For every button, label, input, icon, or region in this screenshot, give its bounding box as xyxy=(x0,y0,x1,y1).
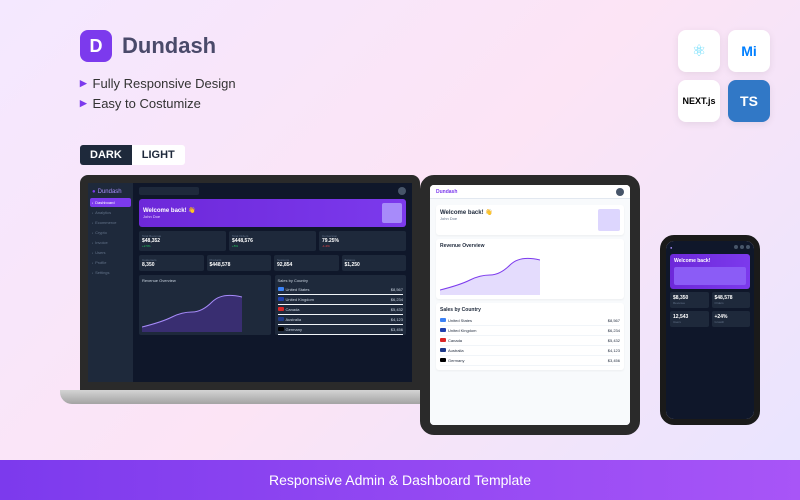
user-avatar[interactable] xyxy=(616,188,624,196)
line-chart-icon xyxy=(142,292,242,332)
revenue-chart: Revenue Overview xyxy=(436,239,624,299)
country-row: United Kingdom$6,234 xyxy=(440,326,620,336)
theme-mode-badge: DARK LIGHT xyxy=(80,145,185,165)
feature-item: ▸ Easy to Costumize xyxy=(80,95,236,111)
sidebar-item-dashboard[interactable]: Dashboard xyxy=(90,198,131,207)
footer-tagline: Responsive Admin & Dashboard Template xyxy=(0,460,800,500)
sales-country-card: Sales by Country United States$8,567 Uni… xyxy=(436,303,624,370)
illustration xyxy=(598,209,620,231)
tablet-mockup: Dundash Welcome back! 👋 John Doe Revenue… xyxy=(420,175,640,435)
flag-icon xyxy=(440,328,446,332)
flag-icon xyxy=(278,317,284,321)
header-icons[interactable] xyxy=(734,245,750,250)
flag-icon xyxy=(440,338,446,342)
sidebar-item[interactable]: Profile xyxy=(90,258,131,267)
react-icon: ⚛ xyxy=(678,30,720,72)
laptop-mockup: Dundash Dashboard Analytics Ecommerce Cr… xyxy=(60,175,440,404)
country-row: United States$8,567 xyxy=(440,316,620,326)
sidebar-item[interactable]: Ecommerce xyxy=(90,218,131,227)
logo-badge: D xyxy=(80,30,112,62)
sidebar: Dundash Dashboard Analytics Ecommerce Cr… xyxy=(88,183,133,382)
welcome-user: John Doe xyxy=(143,214,196,219)
stat-card: Total Orders$448,576+5% xyxy=(229,231,316,251)
flag-icon xyxy=(278,287,284,291)
illustration xyxy=(674,267,746,285)
tech-stack-badges: ⚛ Mi NEXT.js TS xyxy=(678,30,770,122)
nextjs-icon: NEXT.js xyxy=(678,80,720,122)
stat-card: +24%Growth xyxy=(712,311,751,327)
sales-country-card: Sales by Country United States$8,567 Uni… xyxy=(275,275,407,335)
stat-card: 12,543Users xyxy=(670,311,709,327)
sidebar-item[interactable]: Analytics xyxy=(90,208,131,217)
country-row: Canada$5,432 xyxy=(278,305,404,315)
mobile-logo: ● xyxy=(670,245,672,250)
stat-card: Balance$1,250 xyxy=(342,255,407,271)
country-row: Germany$3,456 xyxy=(278,325,404,335)
header-logo: Dundash xyxy=(436,189,457,195)
feature-text: Fully Responsive Design xyxy=(93,76,236,91)
brand-logo: D Dundash xyxy=(80,30,216,62)
stat-card: $8,350Revenue xyxy=(670,292,709,308)
country-row: Germany$3,456 xyxy=(440,356,620,366)
welcome-banner: Welcome back! xyxy=(670,254,750,289)
flag-icon xyxy=(440,318,446,322)
stat-card: Products$448,578 xyxy=(207,255,272,271)
flag-icon xyxy=(278,307,284,311)
country-row: United States$8,567 xyxy=(278,285,404,295)
sidebar-item[interactable]: Settings xyxy=(90,268,131,277)
sidebar-item[interactable]: Crypto xyxy=(90,228,131,237)
feature-list: ▸ Fully Responsive Design ▸ Easy to Cost… xyxy=(80,75,236,115)
flag-icon xyxy=(440,348,446,352)
brand-name: Dundash xyxy=(122,33,216,59)
light-mode-label: LIGHT xyxy=(132,145,185,165)
sidebar-logo: Dundash xyxy=(90,187,131,197)
stat-card: Customers8,350 xyxy=(139,255,204,271)
illustration xyxy=(382,203,402,223)
arrow-icon: ▸ xyxy=(80,95,87,111)
country-row: Australia$4,123 xyxy=(278,315,404,325)
area-chart-icon xyxy=(440,255,540,295)
dark-dashboard-preview: Dundash Dashboard Analytics Ecommerce Cr… xyxy=(88,183,412,382)
sidebar-item[interactable]: Invoice xyxy=(90,238,131,247)
stat-card: Conversion79.25%-1.2% xyxy=(319,231,406,251)
flag-icon xyxy=(440,358,446,362)
feature-text: Easy to Costumize xyxy=(93,96,201,111)
phone-mockup: ● Welcome back! $8,350Revenue $48,578Ord… xyxy=(660,235,760,425)
welcome-banner: Welcome back! 👋 John Doe xyxy=(139,199,406,227)
flag-icon xyxy=(278,327,284,331)
mobile-dashboard-preview: ● Welcome back! $8,350Revenue $48,578Ord… xyxy=(666,241,754,419)
stat-card: Total Revenue$48,352+2.5% xyxy=(139,231,226,251)
feature-item: ▸ Fully Responsive Design xyxy=(80,75,236,91)
search-input[interactable] xyxy=(139,187,199,195)
arrow-icon: ▸ xyxy=(80,75,87,91)
light-dashboard-preview: Dundash Welcome back! 👋 John Doe Revenue… xyxy=(430,185,630,425)
typescript-icon: TS xyxy=(728,80,770,122)
user-avatar[interactable] xyxy=(398,187,406,195)
dark-mode-label: DARK xyxy=(80,145,132,165)
sidebar-item[interactable]: Users xyxy=(90,248,131,257)
stat-card: $48,578Orders xyxy=(712,292,751,308)
mui-icon: Mi xyxy=(728,30,770,72)
flag-icon xyxy=(278,297,284,301)
country-row: United Kingdom$6,234 xyxy=(278,295,404,305)
welcome-banner: Welcome back! 👋 John Doe xyxy=(436,205,624,235)
country-row: Australia$4,123 xyxy=(440,346,620,356)
revenue-chart: Revenue Overview xyxy=(139,275,271,335)
stat-card: Sessions92,854 xyxy=(274,255,339,271)
country-row: Canada$5,432 xyxy=(440,336,620,346)
